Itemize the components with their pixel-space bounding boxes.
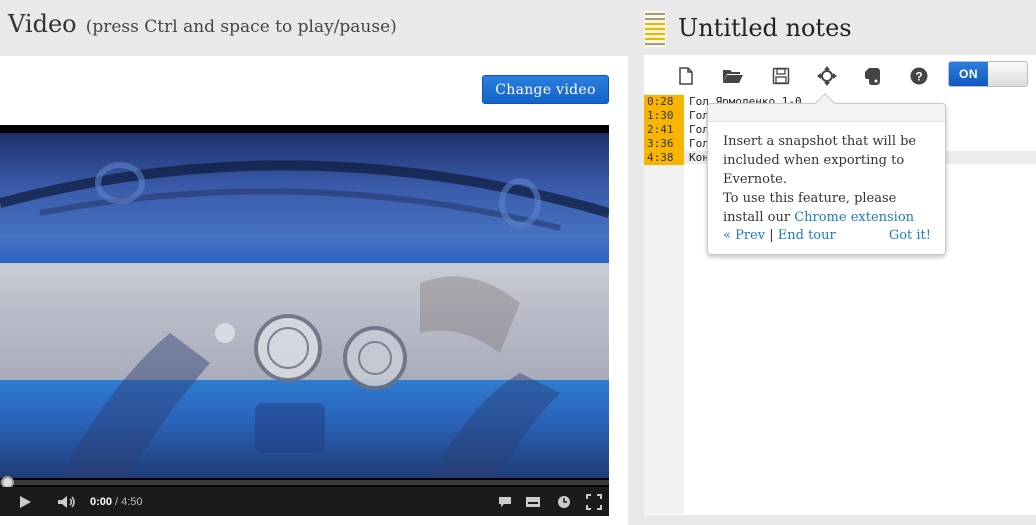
video-hint: (press Ctrl and space to play/pause) [85,17,397,37]
note-text[interactable]: Гол [689,137,709,150]
tooltip-body: Insert a snapshot that will be included … [708,122,945,227]
change-video-button[interactable]: Change video [482,75,609,104]
note-line[interactable]: 2:41 Гол [644,123,709,137]
time-total: 4:50 [121,495,143,508]
subtitles-icon[interactable] [522,487,544,516]
progress-track[interactable] [0,480,609,485]
end-tour-link[interactable]: End tour [778,228,836,243]
snapshot-icon[interactable] [814,63,840,89]
note-timestamp[interactable]: 1:30 [644,109,684,123]
video-heading: Video (press Ctrl and space to play/paus… [8,10,397,38]
help-icon[interactable]: ? [906,63,932,89]
settings-icon[interactable] [553,487,575,516]
notes-document-icon [644,11,666,51]
tooltip-text-2-row: To use this feature, please install our … [723,189,935,227]
note-text[interactable]: Гол [689,109,709,122]
got-it-link[interactable]: Got it! [889,227,931,245]
tooltip-footer: « Prev | End tour Got it! [723,227,931,245]
toggle-on-label: ON [949,62,988,86]
volume-icon[interactable] [54,487,80,516]
open-folder-icon[interactable] [720,63,746,89]
save-icon[interactable] [768,63,794,89]
note-text[interactable]: Гол [689,123,709,136]
new-file-icon[interactable] [673,63,699,89]
note-line[interactable]: 1:30 Гол [644,109,709,123]
video-frame[interactable] [0,133,609,478]
player-controls: 0:00 / 4:50 [0,487,609,516]
tooltip-text-1: Insert a snapshot that will be included … [723,134,917,187]
video-player[interactable]: 0:00 / 4:50 [0,125,609,516]
notes-title[interactable]: Untitled notes [678,14,852,42]
footer-separator: | [769,228,774,243]
video-title: Video [8,10,77,38]
play-icon[interactable] [12,487,38,516]
fullscreen-icon[interactable] [582,487,606,516]
svg-text:?: ? [915,70,922,84]
time-current: 0:00 [90,495,113,508]
notes-toggle[interactable]: ON [948,61,1028,87]
evernote-icon[interactable] [860,63,886,89]
note-line[interactable]: 3:36 Гол [644,137,709,151]
tour-tooltip: Insert a snapshot that will be included … [707,93,946,255]
captions-icon[interactable] [494,487,516,516]
note-timestamp[interactable]: 4:38 [644,151,684,165]
time-display: 0:00 / 4:50 [90,487,150,516]
note-timestamp[interactable]: 3:36 [644,137,684,151]
time-separator: / [115,495,119,508]
note-timestamp[interactable]: 0:28 [644,95,684,109]
prev-link[interactable]: « Prev [723,228,765,243]
note-text[interactable]: Кон [689,151,709,164]
note-timestamp[interactable]: 2:41 [644,123,684,137]
note-line[interactable]: 4:38 Кон [644,151,709,165]
video-scene [0,160,609,478]
chrome-extension-link[interactable]: Chrome extension [794,210,914,225]
